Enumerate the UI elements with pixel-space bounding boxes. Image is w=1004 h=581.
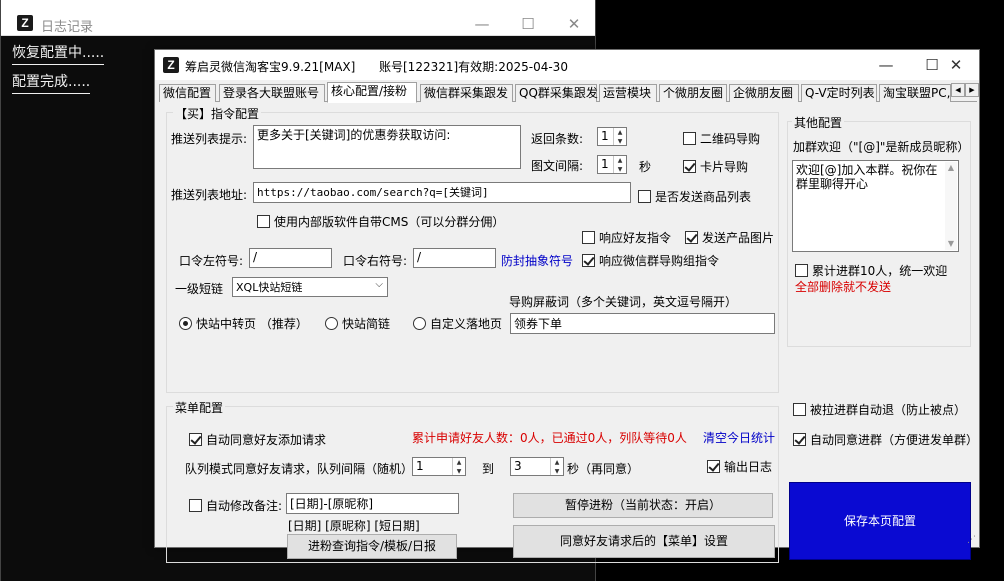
main-window: Z 筹启灵微信淘客宝9.9.21[MAX] 账号[122321]有效期:2025… <box>154 49 980 563</box>
group-legend: 其他配置 <box>792 114 845 131</box>
group-legend: 【买】指令配置 <box>173 105 262 122</box>
right-symbol-label: 口令右符号: <box>343 254 408 268</box>
seconds-again-label: 秒（再同意） <box>567 462 640 476</box>
auto-remark-checkbox[interactable]: 自动修改备注: <box>189 497 282 514</box>
push-url-label: 推送列表地址: <box>171 188 248 202</box>
right-symbol-input[interactable]: / <box>413 248 496 268</box>
welcome-label: 加群欢迎（"[@]"是新成员昵称） <box>793 140 970 154</box>
interval-stepper[interactable]: 1 ▲ ▼ <box>597 155 627 174</box>
to-label: 到 <box>482 462 495 476</box>
resize-grip-icon[interactable]: ⋰ <box>967 535 977 545</box>
qrcode-checkbox[interactable]: 二维码导购 <box>683 130 760 147</box>
queue-to-stepper[interactable]: 3 ▲ ▼ <box>510 457 564 476</box>
main-window-title: 筹启灵微信淘客宝9.9.21[MAX] <box>185 60 356 74</box>
spin-down-icon[interactable]: ▼ <box>551 467 563 476</box>
scroll-down-icon: ▼ <box>947 239 955 248</box>
tab-core-config[interactable]: 核心配置/接粉 <box>327 82 417 103</box>
welcome-textarea[interactable]: 欢迎[@]加入本群。祝你在群里聊得开心 ▲ ▼ <box>792 160 959 252</box>
close-icon[interactable]: ✕ <box>933 50 979 80</box>
shield-words-input[interactable]: 领券下单 <box>510 313 775 334</box>
radio-kuaizhan-short[interactable]: 快站简链 <box>325 315 390 332</box>
minimize-icon[interactable]: — <box>459 9 505 39</box>
tab-wechat-config[interactable]: 微信配置 <box>159 84 216 102</box>
tab-qq-group-collect[interactable]: QQ群采集跟发 <box>515 84 598 102</box>
push-tip-label: 推送列表提示: <box>171 132 248 146</box>
left-symbol-label: 口令左符号: <box>179 254 244 268</box>
fans-query-button[interactable]: 进粉查询指令/模板/日报 <box>287 534 457 559</box>
maximize-icon[interactable]: ☐ <box>505 9 551 39</box>
spin-up-icon[interactable]: ▲ <box>614 156 626 165</box>
output-log-checkbox[interactable]: 输出日志 <box>707 458 772 475</box>
radio-kuaizhan-page[interactable]: 快站中转页 （推荐） <box>179 315 308 332</box>
queue-label: 队列模式同意好友请求，队列间隔（随机） <box>185 462 414 476</box>
respond-group-checkbox[interactable]: 响应微信群导购组指令 <box>582 252 719 269</box>
spin-down-icon[interactable]: ▼ <box>614 137 626 146</box>
pause-fans-button[interactable]: 暂停进粉（当前状态：开启） <box>513 493 773 518</box>
spin-up-icon[interactable]: ▲ <box>453 458 465 467</box>
friend-stats-text: 累计申请好友人数：0人，已通过0人，列队等待0人 <box>412 431 687 445</box>
radio-custom-landing[interactable]: 自定义落地页 <box>413 315 502 332</box>
tab-taobao-pc[interactable]: 淘宝联盟PC, <box>879 84 951 102</box>
tab-scroll-right-icon[interactable]: ▶ <box>965 83 979 97</box>
account-info: 账号[122321]有效期:2025-04-30 <box>379 60 568 74</box>
group-legend: 菜单配置 <box>173 399 226 416</box>
return-count-stepper[interactable]: 1 ▲ ▼ <box>597 127 627 146</box>
core-config-panel: 【买】指令配置 推送列表提示: 更多关于[关键词]的优惠劵获取访问: 返回条数:… <box>159 102 978 563</box>
respond-friend-checkbox[interactable]: 响应好友指令 <box>582 229 671 246</box>
auto-join-group-checkbox[interactable]: 自动同意进群（方便进发单群） <box>793 431 978 448</box>
queue-from-stepper[interactable]: 1 ▲ ▼ <box>412 457 466 476</box>
short-link-label: 一级短链 <box>175 282 224 296</box>
remark-variables-text: [日期] [原昵称] [短日期] <box>288 519 420 533</box>
anti-block-link[interactable]: 防封抽象符号 <box>501 252 573 269</box>
push-url-input[interactable]: https://taobao.com/search?q=[关键词] <box>253 182 631 203</box>
shield-words-label: 导购屏蔽词（多个关键词，英文逗号隔开） <box>509 295 738 309</box>
spin-up-icon[interactable]: ▲ <box>614 128 626 137</box>
main-window-titlebar[interactable]: Z 筹启灵微信淘客宝9.9.21[MAX] 账号[122321]有效期:2025… <box>155 50 979 80</box>
spin-down-icon[interactable]: ▼ <box>614 165 626 174</box>
short-link-select[interactable]: XQL快站短链 ⌵ <box>232 277 388 297</box>
minimize-icon[interactable]: — <box>863 50 909 80</box>
tab-login-accounts[interactable]: 登录各大联盟账号 <box>219 84 325 102</box>
save-config-button[interactable]: 保存本页配置 <box>789 482 971 560</box>
use-cms-checkbox[interactable]: 使用内部版软件自带CMS（可以分群分佣） <box>257 213 504 230</box>
tab-operations[interactable]: 运营模块 <box>599 84 657 102</box>
clear-stats-link[interactable]: 清空今日统计 <box>703 429 775 446</box>
tab-scroll-left-icon[interactable]: ◀ <box>951 83 965 97</box>
spin-down-icon[interactable]: ▼ <box>453 467 465 476</box>
log-window-title: 日志记录 <box>41 20 94 35</box>
app-logo-icon: Z <box>17 15 33 31</box>
tab-wechat-group-collect[interactable]: 微信群采集跟发 <box>420 84 513 102</box>
left-symbol-input[interactable]: / <box>249 248 332 268</box>
log-line: 配置完成..... <box>12 71 91 94</box>
kicked-auto-exit-checkbox[interactable]: 被拉进群自动退（防止被点） <box>793 401 966 418</box>
push-tip-textarea[interactable]: 更多关于[关键词]的优惠劵获取访问: <box>253 125 521 169</box>
scroll-up-icon: ▲ <box>947 163 955 172</box>
tab-bar: 微信配置 登录各大联盟账号 核心配置/接粉 微信群采集跟发 QQ群采集跟发 运营… <box>159 82 979 103</box>
chevron-down-icon: ⌵ <box>375 279 383 290</box>
tab-enterprise-moments[interactable]: 企微朋友圈 <box>729 84 799 102</box>
interval-label: 图文间隔: <box>531 159 584 173</box>
seconds-label: 秒 <box>639 160 652 174</box>
app-logo-icon: Z <box>163 57 179 73</box>
accumulate-welcome-checkbox[interactable]: 累计进群10人，统一欢迎 <box>795 262 947 279</box>
close-icon[interactable]: ✕ <box>551 9 597 39</box>
remark-template-input[interactable]: [日期]-[原昵称] <box>286 493 459 514</box>
log-window-titlebar[interactable]: Z 日志记录 — ☐ ✕ <box>1 0 595 36</box>
send-images-checkbox[interactable]: 发送产品图片 <box>685 229 774 246</box>
return-count-label: 返回条数: <box>531 132 584 146</box>
spin-up-icon[interactable]: ▲ <box>551 458 563 467</box>
menu-settings-button[interactable]: 同意好友请求后的【菜单】设置 <box>513 525 775 558</box>
auto-accept-checkbox[interactable]: 自动同意好友添加请求 <box>189 431 326 448</box>
delete-warning-text: 全部删除就不发送 <box>795 280 892 294</box>
scrollbar[interactable]: ▲ ▼ <box>945 162 957 250</box>
send-goods-list-checkbox[interactable]: 是否发送商品列表 <box>638 188 751 205</box>
tab-scheduled-list[interactable]: Q-V定时列表 <box>801 84 877 102</box>
card-checkbox[interactable]: 卡片导购 <box>683 158 748 175</box>
tab-personal-moments[interactable]: 个微朋友圈 <box>659 84 727 102</box>
log-line: 恢复配置中..... <box>12 42 105 65</box>
